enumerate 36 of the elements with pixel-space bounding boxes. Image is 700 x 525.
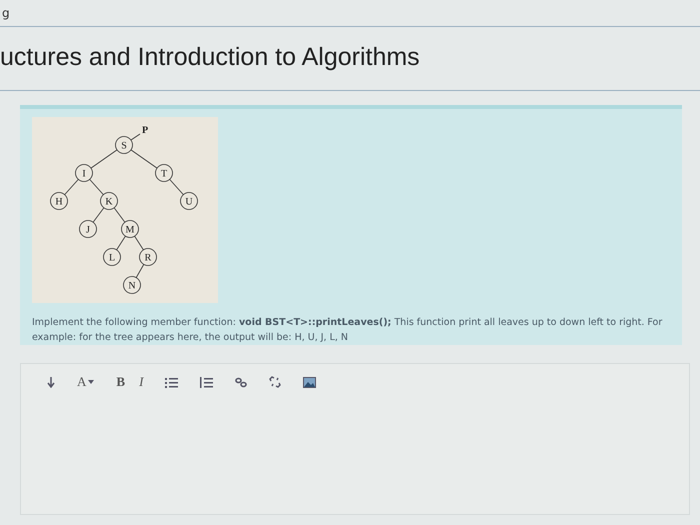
numbered-list-icon (200, 376, 214, 388)
tree-edge (89, 178, 104, 196)
answer-editor[interactable]: A B I (20, 363, 690, 515)
unlink-icon (269, 376, 282, 388)
tree-edge (116, 236, 126, 250)
text-direction-icon (47, 376, 55, 388)
caret-icon (88, 380, 94, 384)
tree-node: U (180, 192, 198, 210)
font-color-dropdown[interactable]: A (73, 372, 98, 392)
tree-edge (169, 178, 184, 196)
cut-off-text: g (1, 5, 11, 22)
question-text: Implement the following member function: void BST<T>::printLeaves(); This function print all leaves up to down left to right. For example: for the tree appears here, the output will be: H, U, J, L, N (32, 316, 664, 345)
tree-edge (114, 207, 126, 223)
tree-node: M (121, 220, 139, 238)
tree-edge (90, 149, 118, 169)
bold-button[interactable]: B (112, 372, 130, 392)
tree-edge (64, 178, 79, 196)
tree-node: R (139, 248, 157, 266)
tree-node: K (100, 192, 118, 210)
link-icon (235, 376, 248, 388)
bulleted-list-icon (165, 376, 178, 388)
tree-node: L (103, 248, 121, 266)
tree-node: T (155, 164, 173, 182)
pointer-label: P (142, 125, 148, 136)
italic-button[interactable]: I (135, 372, 148, 392)
tree-edge (130, 149, 158, 169)
tree-node: H (50, 192, 68, 210)
image-icon (303, 376, 316, 388)
tree-edge (92, 207, 104, 223)
tree-edge (134, 236, 144, 250)
tree-node: I (75, 164, 93, 182)
course-title: uctures and Introduction to Algorithms (0, 42, 421, 73)
tree-edge (136, 264, 144, 278)
tree-node: J (79, 220, 97, 238)
tree-node: S (115, 136, 133, 154)
tree-node: N (123, 276, 141, 294)
